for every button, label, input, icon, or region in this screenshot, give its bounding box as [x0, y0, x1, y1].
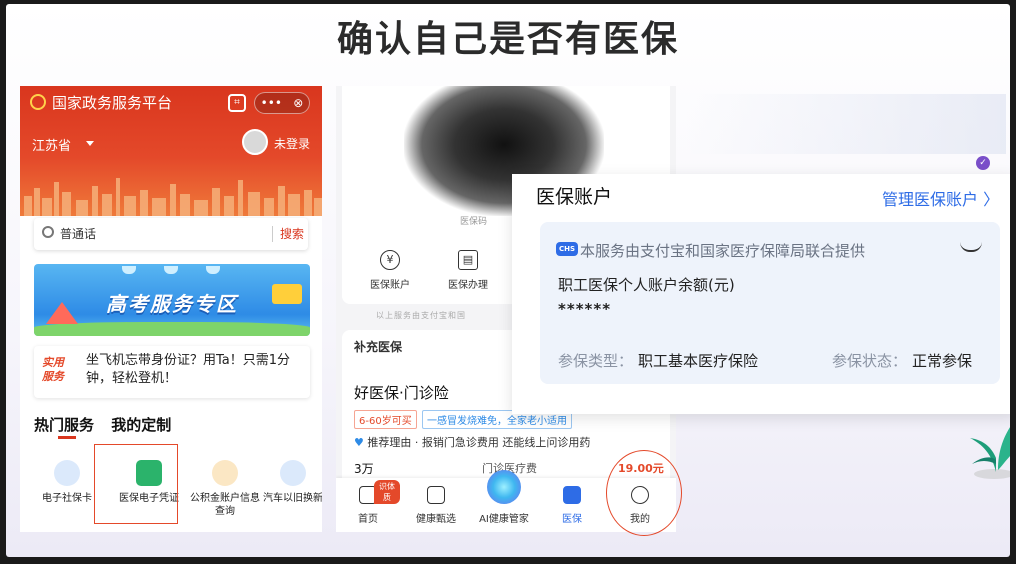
- car-trade-in-icon: [280, 460, 306, 486]
- heart-icon: ♥: [354, 436, 364, 449]
- background-decoration: [686, 94, 1006, 154]
- medical-account-card: 医保账户 管理医保账户 〉 CHS 本服务由支付宝和国家医疗保障局联合提供 职工…: [512, 174, 1010, 414]
- tab-ai-assistant[interactable]: AI健康管家: [472, 470, 536, 525]
- notice-card[interactable]: 实用服务 坐飞机忘带身份证？用Ta！只需1分钟，轻松登机！: [34, 346, 310, 398]
- app-title: 国家政务服务平台: [52, 94, 173, 112]
- search-input[interactable]: 普通话: [60, 225, 96, 242]
- service-item-car-trade-in[interactable]: 汽车以旧换新: [254, 454, 322, 505]
- insurance-type-value: 职工基本医疗保险: [638, 352, 759, 370]
- provider-text: 本服务由支付宝和国家医疗保障局联合提供: [580, 242, 866, 260]
- gaokao-banner[interactable]: 高考服务专区: [34, 264, 310, 336]
- mini-program-capsule[interactable]: ••• ⊗: [254, 92, 310, 114]
- slide: 确认自己是否有医保 国家政务服务平台 ⌗ ••• ⊗ 江苏省 未登录 普通话 搜…: [6, 4, 1010, 557]
- manage-account-link[interactable]: 管理医保账户 〉: [882, 186, 999, 210]
- service-label: 电子社保卡: [42, 493, 92, 504]
- highlight-circle: [606, 450, 682, 536]
- phone-gov-service-app: 国家政务服务平台 ⌗ ••• ⊗ 江苏省 未登录 普通话 搜索 高考服务专区 实…: [20, 86, 322, 532]
- notice-text: 坐飞机忘带身份证？用Ta！只需1分钟，轻松登机！: [86, 353, 291, 386]
- yuan-icon: ¥: [380, 250, 400, 270]
- section-title: 补充医保: [354, 340, 403, 354]
- slide-title: 确认自己是否有医保: [336, 19, 679, 60]
- avatar[interactable]: [242, 129, 268, 155]
- tab-health-select[interactable]: 健康甄选: [404, 486, 468, 525]
- book-icon: ▤: [458, 250, 478, 270]
- housing-fund-icon: [212, 460, 238, 486]
- tab-label: 首页: [358, 514, 378, 525]
- service-tabs: 热门服务 我的定制: [34, 414, 183, 435]
- chs-logo-icon: CHS: [556, 242, 578, 256]
- verified-icon: ✓: [976, 156, 990, 170]
- banner-title: 高考服务专区: [106, 292, 238, 316]
- coverage-amount: 3万: [354, 462, 374, 476]
- more-icon[interactable]: •••: [261, 96, 282, 110]
- tab-indicator: [58, 436, 76, 439]
- reason-text: · 报销门急诊费用 还能线上问诊用药: [414, 436, 591, 449]
- medical-cross-icon: [563, 486, 581, 504]
- tab-label: 医保: [562, 514, 582, 525]
- quick-label: 医保办理: [448, 280, 488, 291]
- tab-label: 健康甄选: [416, 514, 456, 525]
- status-badge: 识体质: [374, 480, 400, 504]
- search-divider: [272, 226, 273, 242]
- quick-label: 医保账户: [370, 280, 410, 291]
- insurance-status-label: 参保状态：: [832, 352, 908, 370]
- search-button[interactable]: 搜索: [280, 225, 304, 242]
- notice-tag: 实用服务: [42, 356, 64, 383]
- chevron-down-icon[interactable]: [86, 141, 94, 146]
- region-selector[interactable]: 江苏省: [32, 135, 71, 154]
- tab-medical-insurance[interactable]: 医保: [540, 486, 604, 525]
- service-label: 公积金账户信息查询: [190, 493, 260, 517]
- close-icon[interactable]: ⊗: [293, 96, 303, 110]
- balance-label: 职工医保个人账户余额(元): [558, 276, 735, 294]
- quick-medical-account[interactable]: ¥ 医保账户: [360, 250, 420, 291]
- balance-value: ******: [558, 300, 612, 318]
- app-header: 国家政务服务平台 ⌗ ••• ⊗ 江苏省 未登录: [20, 86, 322, 216]
- plant-decoration: [970, 427, 1010, 479]
- qr-label: 医保码: [460, 217, 488, 227]
- provider-note: 以上服务由支付宝和国: [376, 311, 466, 320]
- ai-orb-icon: [487, 470, 521, 504]
- search-icon: [42, 226, 54, 238]
- lamp-icon: [122, 266, 136, 274]
- tab-label: AI健康管家: [479, 514, 529, 525]
- product-tag: 6-60岁可买: [354, 410, 417, 429]
- social-security-card-icon: [54, 460, 80, 486]
- tab-my-custom[interactable]: 我的定制: [111, 416, 171, 434]
- reason-label: 推荐理由: [367, 436, 412, 449]
- insurance-status-value: 正常参保: [912, 352, 973, 370]
- eye-closed-icon[interactable]: [960, 242, 982, 252]
- lamp-icon: [164, 266, 178, 274]
- app-logo-icon: [30, 94, 46, 110]
- product-name: 好医保·门诊险: [354, 384, 449, 402]
- service-item-housing-fund[interactable]: 公积金账户信息查询: [186, 454, 264, 518]
- quick-medical-handle[interactable]: ▤ 医保办理: [438, 250, 498, 291]
- bag-icon: [427, 486, 445, 504]
- highlight-box: [94, 444, 178, 524]
- login-link[interactable]: 未登录: [274, 135, 310, 152]
- service-label: 汽车以旧换新: [263, 493, 322, 504]
- search-bar[interactable]: 普通话 搜索: [34, 218, 308, 250]
- account-detail: CHS 本服务由支付宝和国家医疗保障局联合提供 职工医保个人账户余额(元) **…: [540, 222, 1000, 384]
- tab-home[interactable]: 首页 识体质: [336, 480, 400, 525]
- card-title: 医保账户: [536, 186, 613, 208]
- banner-decoration: [34, 322, 310, 336]
- lamp-icon: [206, 266, 220, 274]
- skyline-illustration: [24, 178, 322, 216]
- tab-hot-services[interactable]: 热门服务: [34, 416, 94, 434]
- recommend-reason: ♥ 推荐理由 · 报销门急诊费用 还能线上问诊用药: [354, 434, 590, 450]
- scan-icon[interactable]: ⌗: [228, 94, 246, 112]
- insurance-type-label: 参保类型：: [558, 352, 634, 370]
